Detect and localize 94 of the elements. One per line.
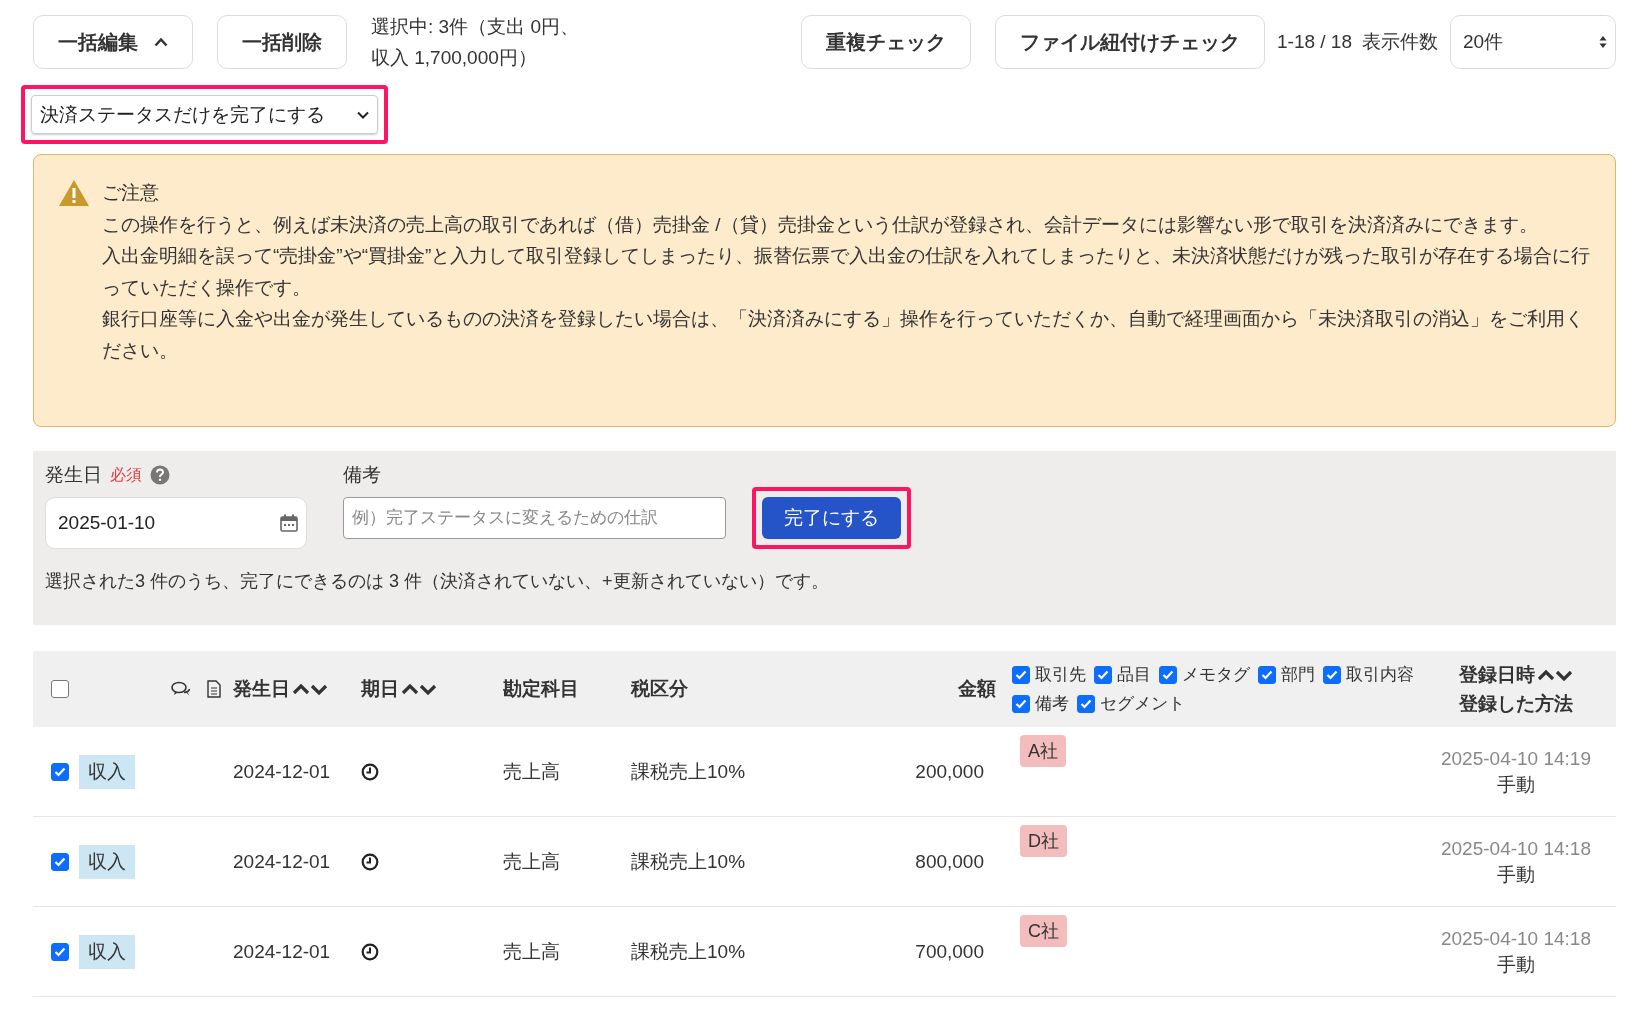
date-field[interactable]: 2025-01-10 [45, 497, 307, 549]
check-icon [1162, 669, 1174, 680]
selection-summary: 収入 1,700,000円） [371, 46, 538, 70]
table-cell-text: 手動 [1497, 862, 1535, 887]
clock-icon [361, 762, 379, 781]
table-cell-text: 売上高 [503, 759, 561, 784]
table-cell-text: 2024-12-01 [233, 940, 332, 963]
checkbox-label: 取引先 [1035, 664, 1086, 686]
calendar-icon [280, 514, 298, 532]
checkbox[interactable] [1077, 694, 1095, 713]
sort-arrows-icon [401, 682, 437, 696]
sort-arrows-icon [292, 682, 328, 696]
table-cell-text: 手動 [1497, 772, 1535, 797]
sort-caret-icon [1599, 35, 1607, 49]
row-checkbox[interactable] [51, 852, 69, 871]
select-all-checkbox[interactable] [51, 680, 69, 698]
column-header: 勘定科目 [503, 677, 579, 701]
table-cell-text: 課税売上10% [631, 759, 747, 784]
duplicate-check-button[interactable]: 重複チェック [801, 15, 971, 69]
column-header: 期日 [361, 677, 399, 701]
warning-icon [58, 179, 90, 207]
partner-tag: D社 [1020, 825, 1067, 857]
table-cell-text: 2025-04-10 14:19 [1441, 746, 1591, 771]
checkbox-label: セグメント [1100, 693, 1185, 715]
memo-field[interactable]: 例）完了ステータスに変えるための仕訳 [343, 497, 726, 539]
column-header: 発生日 [233, 677, 290, 701]
caret-icon [154, 37, 168, 47]
speech-bubbles-icon [171, 681, 191, 697]
row-checkbox[interactable] [51, 762, 69, 781]
checkbox[interactable] [1012, 694, 1030, 713]
help-icon [150, 465, 170, 485]
type-badge: 収入 [79, 754, 135, 789]
document-icon [207, 680, 221, 698]
notice-text: この操作を行うと、例えば未決済の売上高の取引であれば（借）売掛金 /（貸）売掛金という仕訳が登録され、会計データには影響ない形で取引を決済済みにできます。 [102, 212, 1539, 237]
partner-tag: A社 [1020, 735, 1066, 767]
table-cell-text: 2024-12-01 [233, 760, 332, 783]
checkbox-label: 品目 [1117, 664, 1151, 686]
check-icon [1326, 669, 1338, 680]
check-icon [1261, 669, 1273, 680]
column-header: 登録した方法 [1459, 692, 1573, 716]
field-label: 備考 [343, 463, 382, 487]
column-header: 金額 [958, 677, 996, 701]
table-cell-text: 2025-04-10 14:18 [1441, 836, 1591, 861]
bulk-edit-button[interactable]: 一括編集 [33, 15, 193, 69]
column-header: 登録日時 [1459, 663, 1535, 687]
checkbox[interactable] [1159, 665, 1177, 684]
column-header: 税区分 [631, 677, 688, 701]
check-icon [54, 856, 66, 867]
check-icon [1015, 698, 1027, 709]
table-cell-text: 2025-04-10 14:18 [1441, 926, 1591, 951]
checkbox-label: 取引内容 [1346, 664, 1414, 686]
table-cell-text: 200,000 [914, 760, 985, 783]
selection-note: 選択された3 件のうち、完了にできるのは 3 件（決済されていない、+更新されていない）です。 [45, 570, 830, 593]
checkbox-label: メモタグ [1182, 664, 1250, 686]
checkbox[interactable] [1012, 665, 1030, 684]
partner-tag: C社 [1020, 915, 1067, 947]
check-icon [54, 946, 66, 957]
checkbox-label: 部門 [1281, 664, 1315, 686]
check-icon [1097, 669, 1109, 680]
table-cell-text: 売上高 [503, 849, 561, 874]
page-size-label: 表示件数 [1362, 30, 1438, 54]
notice-text: 銀行口座等に入金や出金が発生しているものの決済を登録したい場合は、「決済済みにする」操作を行っていただくか、自動で経理画面から「未決済取引の消込」をご利用ください。 [102, 307, 1585, 363]
required-label: 必須 [110, 464, 142, 485]
notice-text: 入出金明細を誤って“売掛金”や“買掛金”と入力して取引登録してしまったり、振替伝票で入出金の仕訳を入れてしまったりと、未決済状態だけが残った取引が存在する場合に行っていただく操作です。 [102, 244, 1592, 300]
table-cell-text: 課税売上10% [631, 849, 747, 874]
file-link-check-button[interactable]: ファイル紐付けチェック [995, 15, 1265, 69]
selection-summary: 選択中: 3件（支出 0円、 [371, 15, 579, 39]
type-badge: 収入 [79, 934, 135, 969]
row-checkbox[interactable] [51, 942, 69, 961]
table-cell-text: 700,000 [914, 940, 985, 963]
check-icon [1015, 669, 1027, 680]
complete-button[interactable]: 完了にする [762, 497, 901, 539]
action-select[interactable]: 決済ステータスだけを完了にする [31, 95, 378, 134]
table-cell-text: 2024-12-01 [233, 850, 332, 873]
table-cell-text: 課税売上10% [631, 939, 747, 964]
check-icon [1080, 698, 1092, 709]
table-cell-text: 売上高 [503, 939, 561, 964]
check-icon [54, 766, 66, 777]
notice-title: ご注意 [102, 181, 160, 205]
table-cell-text: 800,000 [914, 850, 985, 873]
checkbox[interactable] [1323, 665, 1341, 684]
clock-icon [361, 852, 379, 871]
page-range: 1-18 / 18 [1277, 31, 1352, 53]
type-badge: 収入 [79, 844, 135, 879]
checkbox[interactable] [1258, 665, 1276, 684]
sort-arrows-icon [1537, 667, 1573, 682]
checkbox-label: 備考 [1035, 693, 1069, 715]
field-label: 発生日 [45, 463, 102, 487]
bulk-delete-button[interactable]: 一括削除 [217, 15, 347, 69]
chevron-down-icon [357, 110, 369, 119]
page-size-select[interactable]: 20件 [1450, 15, 1616, 69]
clock-icon [361, 942, 379, 961]
checkbox[interactable] [1094, 665, 1112, 684]
table-cell-text: 手動 [1497, 952, 1535, 977]
